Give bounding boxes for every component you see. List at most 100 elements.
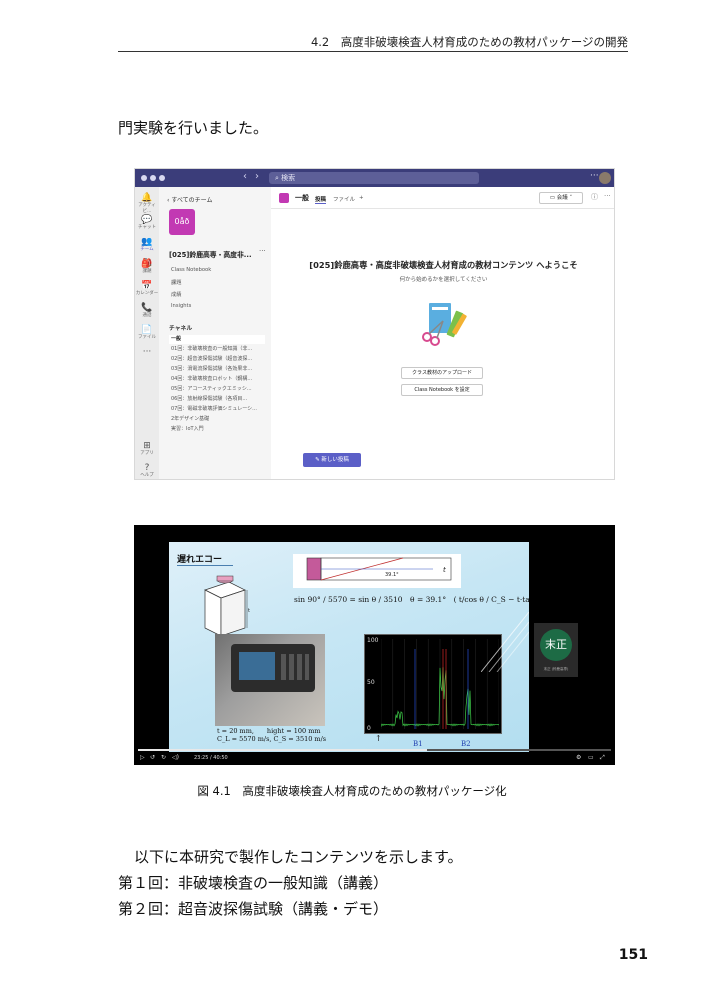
link-grades[interactable]: 成績 (171, 291, 181, 298)
setup-notebook-button[interactable]: Class Notebook を設定 (401, 384, 483, 396)
back-to-all-teams[interactable]: ‹ すべてのチーム (167, 195, 212, 204)
lecture-slide: 遅れエコー t 39.1° t sin 90° / 5570 = sin θ /… (169, 542, 529, 752)
help-icon: ? (144, 463, 150, 473)
video-progress-bar[interactable] (138, 749, 611, 751)
channel-item[interactable]: 一般 (169, 335, 265, 344)
rail-item-calls[interactable]: 📞 通話 (135, 303, 159, 319)
files-icon: 📄 (141, 325, 153, 335)
slide-decoration-lines (481, 611, 529, 672)
angle-label: 39.1° (385, 572, 399, 578)
channel-item[interactable]: 01回：非破壊検査の一般知識（非... (169, 345, 265, 354)
channel-item[interactable]: 04回：非破壊検査ロボット（鋼構... (169, 375, 265, 384)
flaw-detector-device (231, 644, 315, 692)
intro-paragraph: 以下に本研究で製作したコンテンツを示します。 (134, 848, 463, 866)
search-input[interactable]: ⌕ 検索 (269, 172, 479, 184)
assignments-icon: 🎒 (141, 259, 153, 269)
thickness-label: t (443, 566, 446, 574)
link-assignments[interactable]: 課題 (171, 279, 181, 286)
avatar[interactable] (599, 172, 611, 184)
channel-item[interactable]: 2年デザイン基礎 (169, 415, 265, 424)
tab-posts[interactable]: 投稿 (315, 195, 327, 204)
forward-icon[interactable]: ↻ (161, 754, 166, 761)
link-class-notebook[interactable]: Class Notebook (171, 267, 211, 273)
link-insights[interactable]: Insights (171, 303, 191, 309)
apps-icon: ⊞ (143, 441, 151, 451)
video-controls: ▷ ↺ ↻ ◁) 23:25 / 40:50 ⚙ ▭ ⤢ (134, 753, 615, 765)
teams-screenshot: ‹ › ⌕ 検索 ··· 🔔 アクティビ... 💬 チャット 👥 チーム 🎒 課題 📅 カ… (134, 168, 615, 480)
channel-item[interactable]: 06回：放射線探傷試験（各項目... (169, 395, 265, 404)
list-item-2: 第２回：超音波探傷試験（講義・デモ） (118, 900, 389, 918)
team-more-icon[interactable]: ··· (259, 247, 266, 255)
page-number: 151 (618, 947, 648, 963)
presenter-tile: 末正 末正 (鈴鹿高専) (534, 623, 578, 677)
video-progress-fill (138, 749, 427, 751)
echo-label-b2: B2 (461, 740, 471, 748)
fullscreen-icon[interactable]: ⤢ (600, 754, 605, 762)
bell-icon: 🔔 (141, 193, 153, 203)
window-close-dot[interactable] (141, 175, 147, 181)
app-rail: 🔔 アクティビ... 💬 チャット 👥 チーム 🎒 課題 📅 カレンダー 📞 通話 📄 ファイ… (135, 187, 159, 479)
specimen-block-diagram: t (204, 575, 250, 637)
channels-heading: チャネル (169, 326, 193, 332)
video-camera-icon: ▭ (549, 195, 557, 201)
rail-item-chat[interactable]: 💬 チャット (135, 215, 159, 231)
forward-arrow-icon[interactable]: › (255, 171, 259, 182)
more-options-icon[interactable]: ··· (590, 171, 599, 181)
rail-item-teams[interactable]: 👥 チーム (135, 237, 159, 253)
rail-item-activity[interactable]: 🔔 アクティビ... (135, 193, 159, 215)
list-item-1: 第１回：非破壊検査の一般知識（講義） (118, 874, 389, 892)
welcome-subtitle: 何から始めるかを選択してください (399, 277, 488, 283)
channel-item[interactable]: 02回：超音波探傷試験（超音波探... (169, 355, 265, 364)
channel-item[interactable]: 07回：電磁非破壊評価シミュレーシ... (169, 405, 265, 414)
plot-tick-100: 100 (367, 637, 379, 644)
channel-title: 一般 (295, 194, 309, 202)
info-icon[interactable]: ⓘ (591, 192, 598, 202)
rewind-icon[interactable]: ↺ (150, 754, 155, 761)
window-minimize-dot[interactable] (150, 175, 156, 181)
video-player[interactable]: 遅れエコー t 39.1° t sin 90° / 5570 = sin θ /… (134, 525, 615, 765)
teams-icon: 👥 (141, 237, 153, 247)
figure-caption: 図 4.1 高度非破壊検査人材育成のための教材パッケージ化 (197, 784, 507, 798)
welcome-illustration-icon (422, 303, 467, 346)
new-post-button[interactable]: ✎ 新しい投稿 (303, 453, 361, 467)
window-zoom-dot[interactable] (159, 175, 165, 181)
specimen-thickness-label: t (248, 608, 250, 614)
calls-icon: 📞 (141, 303, 153, 313)
rail-item-help[interactable]: ? ヘルプ (135, 463, 159, 479)
tab-files[interactable]: ファイル (333, 195, 355, 203)
channel-item[interactable]: 実習：IoT入門 (169, 425, 265, 434)
volume-icon[interactable]: ◁) (172, 754, 179, 761)
chevron-down-icon: ˅ (567, 195, 573, 201)
chat-icon: 💬 (141, 215, 153, 225)
presenter-name: 末正 (鈴鹿高専) (543, 667, 569, 671)
back-arrow-icon[interactable]: ‹ (243, 171, 247, 182)
channel-item[interactable]: 05回：アコースティックエミッシ... (169, 385, 265, 394)
probe-diagram: 39.1° t (293, 554, 461, 588)
more-icon[interactable]: ··· (604, 192, 611, 200)
play-icon[interactable]: ▷ (140, 754, 145, 761)
presenter-avatar: 末正 (540, 629, 572, 661)
echo-label-b1: B1 (413, 740, 423, 748)
rail-item-files[interactable]: 📄 ファイル (135, 325, 159, 341)
rail-item-apps[interactable]: ⊞ アプリ (135, 441, 159, 457)
rail-more-icon[interactable]: ··· (135, 347, 159, 357)
team-logo: 0åð (169, 209, 195, 235)
channel-item[interactable]: 03回：渦電流探傷試験（各効果非... (169, 365, 265, 374)
channel-main: 一般 投稿 ファイル + ▭ 会議 ˅ ⓘ ··· [025]鈴鹿高専・高度非破… (271, 187, 614, 479)
video-timecode: 23:25 / 40:50 (194, 755, 228, 761)
arrow-marker: ↑ (375, 734, 382, 743)
settings-icon[interactable]: ⚙ (576, 754, 581, 761)
running-header: 4.2 高度非破壊検査人材育成のための教材パッケージの開発 (310, 35, 628, 49)
meet-button[interactable]: ▭ 会議 ˅ (539, 192, 583, 204)
pip-icon[interactable]: ▭ (588, 754, 594, 761)
header-rule (118, 51, 628, 52)
rail-item-calendar[interactable]: 📅 カレンダー (135, 281, 159, 297)
team-name: [025]鈴鹿高専・高度非... (169, 251, 252, 259)
device-screen (239, 652, 275, 680)
rail-item-assignments[interactable]: 🎒 課題 (135, 259, 159, 275)
slide-title-underline (177, 565, 233, 566)
calendar-icon: 📅 (141, 281, 153, 291)
upload-materials-button[interactable]: クラス教材のアップロード (401, 367, 483, 379)
tab-add[interactable]: + (359, 195, 364, 201)
teams-titlebar: ‹ › ⌕ 検索 ··· (135, 169, 614, 187)
